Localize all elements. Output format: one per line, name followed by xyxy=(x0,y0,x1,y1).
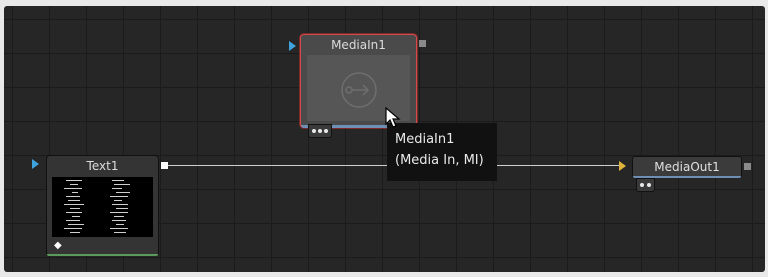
tooltip-subtitle: (Media In, MI) xyxy=(395,153,484,168)
media-in-arrow-icon xyxy=(340,72,377,108)
tooltip-title: MediaIn1 xyxy=(395,132,455,147)
node-options-tab[interactable] xyxy=(636,178,655,192)
node-title: MediaOut1 xyxy=(654,160,720,174)
node-title: MediaIn1 xyxy=(331,38,386,52)
keyframe-diamond-icon[interactable]: ◆ xyxy=(54,240,62,251)
node-options-tab[interactable] xyxy=(308,124,332,138)
node-editor-canvas[interactable]: MediaIn1 Text1 ◆ MediaOut1 MediaIn1 (Med… xyxy=(4,6,765,272)
node-thumbnail xyxy=(52,177,153,237)
node-mediaout1[interactable]: MediaOut1 xyxy=(632,156,742,178)
node-title: Text1 xyxy=(86,159,119,173)
mediaout-input-port[interactable] xyxy=(619,161,626,171)
cursor-arrow-icon xyxy=(385,107,401,128)
text-output-port[interactable] xyxy=(161,162,168,169)
mediain-output-port[interactable] xyxy=(419,40,426,47)
text-thumbnail-preview xyxy=(64,180,130,233)
node-text1[interactable]: Text1 ◆ xyxy=(46,155,159,256)
mediaout-output-port[interactable] xyxy=(744,163,751,170)
node-status-bar xyxy=(47,254,158,256)
node-tooltip: MediaIn1 (Media In, MI) xyxy=(387,123,497,181)
mediain-input-port[interactable] xyxy=(289,41,296,51)
text-input-port[interactable] xyxy=(32,159,39,169)
